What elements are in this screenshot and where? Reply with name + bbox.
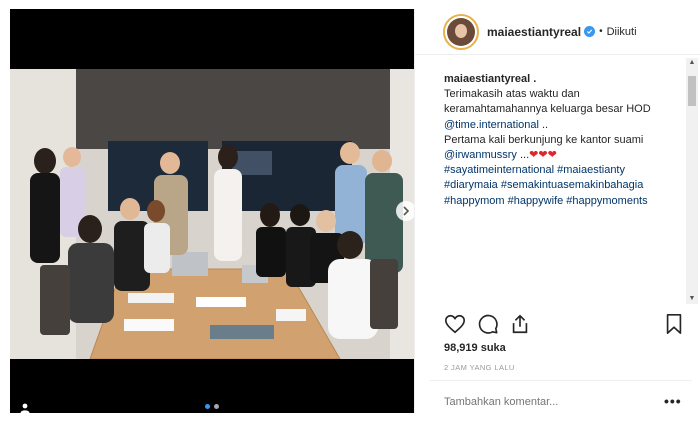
hashtag-line[interactable]: #sayatimeinternational #maiaestianty	[444, 163, 684, 178]
caption-line: @irwanmussry ...❤❤❤	[444, 148, 684, 163]
comment-divider	[430, 380, 692, 381]
comment-button[interactable]	[477, 313, 499, 335]
scroll-down-arrow-icon[interactable]: ▼	[686, 294, 698, 304]
scroll-thumb[interactable]	[688, 76, 696, 106]
carousel-dot	[214, 404, 219, 409]
caption-line: Pertama kali berkunjung ke kantor suami	[444, 133, 644, 146]
user-tag-button[interactable]	[14, 397, 36, 413]
caption-line: @time.international ..	[444, 118, 684, 133]
comment-bubble-icon	[478, 314, 498, 334]
post-caption: maiaestiantyreal . Terimakasih atas wakt…	[444, 72, 684, 209]
post-media[interactable]	[10, 9, 414, 413]
caption-line: Terimakasih atas waktu dan	[444, 88, 580, 101]
caption-username[interactable]: maiaestiantyreal .	[444, 72, 684, 87]
group-photo-illustration	[10, 69, 414, 359]
caption-line: keramahtamahannya keluarga besar HOD	[444, 103, 651, 116]
comment-input[interactable]	[444, 396, 644, 408]
share-icon	[512, 314, 528, 334]
likes-count[interactable]: 98,919 suka	[444, 342, 506, 354]
like-button[interactable]	[444, 313, 466, 335]
user-tag-icon	[20, 403, 30, 413]
instagram-post-window: maiaestiantyreal • Diikuti maiaestiantyr…	[0, 0, 700, 423]
carousel-indicator	[205, 404, 219, 409]
chevron-right-icon	[403, 206, 410, 216]
caption-scrollbar[interactable]: ▲ ▼	[686, 58, 698, 304]
post-actions	[444, 313, 684, 337]
post-header: maiaestiantyreal • Diikuti	[415, 9, 700, 55]
bookmark-icon	[666, 314, 682, 334]
share-button[interactable]	[509, 313, 531, 335]
scroll-up-arrow-icon[interactable]: ▲	[686, 58, 698, 68]
heart-emoji-icon: ❤❤❤	[529, 149, 557, 162]
hashtag-line[interactable]: #diarymaia #semakintuasemakinbahagia	[444, 178, 684, 193]
carousel-next-button[interactable]	[396, 201, 414, 221]
avatar[interactable]	[443, 13, 479, 50]
carousel-dot-active	[205, 404, 210, 409]
header-separator: •	[599, 26, 603, 37]
post-timestamp[interactable]: 2 JAM YANG LALU	[444, 363, 515, 372]
caption-text: ...	[516, 149, 530, 162]
hashtag-line[interactable]: #happymom #happywife #happymoments	[444, 194, 684, 209]
verified-badge-icon	[584, 26, 596, 37]
follow-status-button[interactable]: Diikuti	[607, 26, 637, 38]
username-link[interactable]: maiaestiantyreal	[487, 25, 581, 39]
heart-outline-icon	[445, 314, 465, 334]
save-button[interactable]	[664, 313, 686, 335]
avatar-image	[447, 17, 475, 46]
caption-text: ..	[538, 118, 549, 131]
post-photo	[10, 69, 414, 359]
mention-link[interactable]: @irwanmussry	[444, 149, 517, 161]
mention-link[interactable]: @time.international	[444, 119, 539, 131]
more-options-button[interactable]: •••	[664, 393, 682, 409]
